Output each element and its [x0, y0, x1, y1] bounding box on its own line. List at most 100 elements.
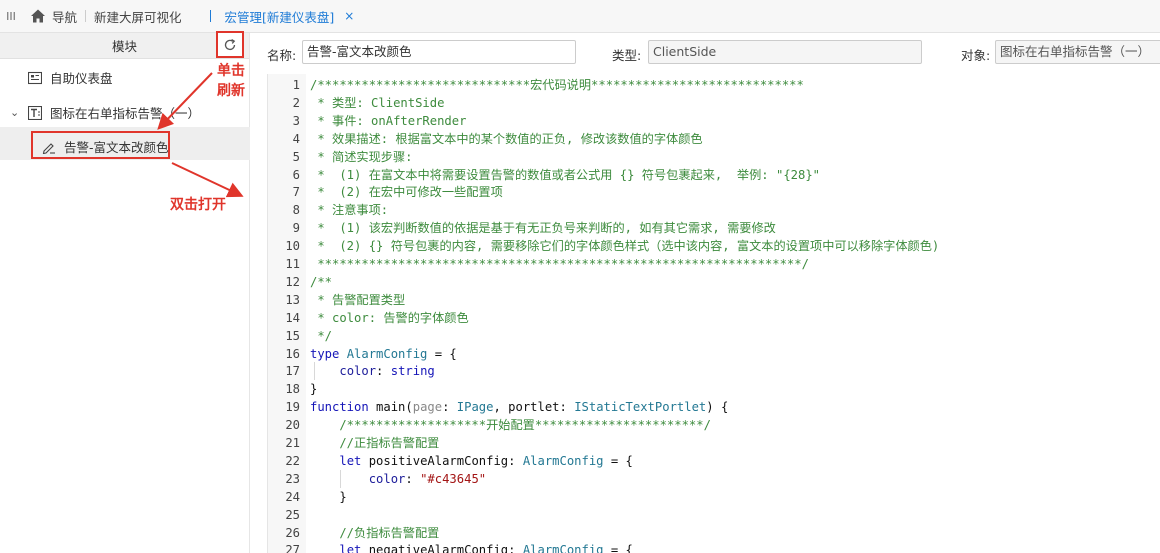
- code-line[interactable]: 11 *************************************…: [268, 255, 1160, 273]
- line-number: 10: [285, 239, 300, 254]
- code-line[interactable]: 5 * 简述实现步骤:: [268, 148, 1160, 166]
- code-token: = {: [427, 346, 457, 361]
- code-line[interactable]: 25: [268, 506, 1160, 524]
- menu-icon[interactable]: [6, 11, 24, 21]
- code-line[interactable]: 20 /*******************开始配置*************…: [268, 416, 1160, 434]
- code-text: * 告警配置类型: [310, 291, 405, 309]
- code-token: let: [339, 453, 369, 468]
- module-sidebar: 模块 自助仪表盘 ⌄ 图标在右单指标告警（一） 告警-富文本改颜色 单击刷新 双…: [0, 31, 250, 553]
- code-token: }: [310, 382, 318, 397]
- code-line[interactable]: 27 let negativeAlarmConfig: AlarmConfig …: [268, 541, 1160, 553]
- code-token: AlarmConfig: [522, 543, 604, 553]
- code-text: * 注意事项:: [310, 201, 388, 219]
- code-line[interactable]: 13 * 告警配置类型: [268, 291, 1160, 309]
- code-line[interactable]: 17 color: string: [268, 362, 1160, 380]
- code-token: ) {: [706, 400, 729, 415]
- code-text: * 简述实现步骤:: [310, 148, 412, 166]
- code-line[interactable]: 24 }: [268, 488, 1160, 506]
- code-token: , portlet:: [493, 400, 575, 415]
- code-text: * color: 告警的字体颜色: [310, 309, 469, 327]
- code-token: type: [310, 346, 347, 361]
- code-line[interactable]: 14 * color: 告警的字体颜色: [268, 309, 1160, 327]
- code-text: * (1) 在富文本中将需要设置告警的数值或者公式用 {} 符号包裹起来, 举例…: [310, 166, 820, 184]
- code-line[interactable]: 18}: [268, 380, 1160, 398]
- top-tab-bar: 导航 新建大屏可视化 宏管理[新建仪表盘] ×: [0, 0, 1160, 33]
- code-line[interactable]: 22 let positiveAlarmConfig: AlarmConfig …: [268, 452, 1160, 470]
- code-line[interactable]: 21 //正指标告警配置: [268, 434, 1160, 452]
- line-number: 4: [292, 131, 300, 146]
- code-text: function main(page: IPage, portlet: ISta…: [310, 398, 728, 416]
- code-text: color: string: [310, 362, 435, 380]
- line-number: 27: [285, 543, 300, 553]
- code-line[interactable]: 26 //负指标告警配置: [268, 524, 1160, 542]
- line-number: 16: [285, 346, 300, 361]
- macro-form-row: 名称: 告警-富文本改颜色 类型: ClientSide 对象: 图标在右单指标…: [250, 33, 1160, 73]
- code-line[interactable]: 6 * (1) 在富文本中将需要设置告警的数值或者公式用 {} 符号包裹起来, …: [268, 166, 1160, 184]
- code-token: /**: [310, 274, 333, 289]
- code-text: * (1) 该宏判断数值的依据是基于有无正负号来判断的, 如有其它需求, 需要修…: [310, 219, 776, 237]
- code-token: * color: 告警的字体颜色: [310, 310, 469, 325]
- line-number: 17: [285, 364, 300, 379]
- code-line[interactable]: 9 * (1) 该宏判断数值的依据是基于有无正负号来判断的, 如有其它需求, 需…: [268, 219, 1160, 237]
- code-token: function: [310, 400, 377, 415]
- code-text: }: [310, 380, 317, 398]
- object-input[interactable]: 图标在右单指标告警（一）: [995, 40, 1160, 64]
- code-line[interactable]: 10 * (2) {} 符号包裹的内容, 需要移除它们的字体颜色样式（选中该内容…: [268, 237, 1160, 255]
- line-number: 6: [292, 167, 300, 182]
- object-label: 对象:: [961, 48, 991, 63]
- code-token: main(: [376, 400, 413, 415]
- indent-guide: [340, 469, 341, 488]
- code-token: * (1) 该宏判断数值的依据是基于有无正负号来判断的, 如有其它需求, 需要修…: [310, 221, 776, 236]
- line-number: 20: [285, 418, 300, 433]
- code-token: let: [339, 543, 369, 553]
- code-line[interactable]: 2 * 类型: ClientSide: [268, 94, 1160, 112]
- code-token: //负指标告警配置: [310, 525, 440, 540]
- code-text: * (2) 在宏中可修改一些配置项: [310, 183, 502, 201]
- code-token: */: [310, 328, 333, 343]
- code-line[interactable]: 16 type AlarmConfig = {: [268, 345, 1160, 363]
- code-token: * 类型: ClientSide: [310, 95, 445, 110]
- line-number: 13: [285, 292, 300, 307]
- code-text: ****************************************…: [310, 255, 809, 273]
- code-token: /*****************************宏代码说明*****…: [310, 78, 804, 92]
- code-token: negativeAlarmConfig:: [368, 543, 523, 553]
- line-number: 5: [292, 149, 300, 164]
- nav-link[interactable]: 导航: [52, 7, 77, 26]
- code-text: /*******************开始配置****************…: [310, 416, 711, 434]
- tab-macro-management[interactable]: 宏管理[新建仪表盘]: [225, 7, 335, 26]
- home-icon[interactable]: [30, 8, 46, 24]
- tab-dashboard-visualization[interactable]: 新建大屏可视化: [94, 7, 182, 26]
- code-line[interactable]: 19 function main(page: IPage, portlet: IS…: [268, 398, 1160, 416]
- code-token: color: [368, 471, 406, 486]
- code-token: = {: [603, 453, 633, 468]
- code-line[interactable]: 7 * (2) 在宏中可修改一些配置项: [268, 183, 1160, 201]
- code-line[interactable]: 23 color: "#c43645": [268, 470, 1160, 488]
- code-line[interactable]: 8 * 注意事项:: [268, 201, 1160, 219]
- code-line[interactable]: 1 /*****************************宏代码说明****…: [268, 76, 1160, 94]
- code-text: color: "#c43645": [310, 470, 486, 488]
- code-text: * 效果描述: 根据富文本中的某个数值的正负, 修改该数值的字体颜色: [310, 130, 702, 148]
- name-input[interactable]: 告警-富文本改颜色: [302, 40, 576, 64]
- code-token: ****************************************…: [310, 257, 809, 271]
- code-token: "#c43645": [420, 471, 487, 486]
- type-input[interactable]: ClientSide: [648, 40, 922, 64]
- code-token: :: [376, 364, 391, 379]
- code-token: string: [390, 364, 435, 379]
- line-number: 7: [292, 185, 300, 200]
- line-number: 18: [285, 382, 300, 397]
- line-number: 9: [292, 221, 300, 236]
- code-token: AlarmConfig: [522, 453, 604, 468]
- code-line[interactable]: 15 */: [268, 327, 1160, 345]
- code-text: //负指标告警配置: [310, 524, 439, 542]
- code-line[interactable]: 4 * 效果描述: 根据富文本中的某个数值的正负, 修改该数值的字体颜色: [268, 130, 1160, 148]
- line-number: 14: [285, 310, 300, 325]
- code-text: let positiveAlarmConfig: AlarmConfig = {: [310, 452, 633, 470]
- code-editor[interactable]: 1 /*****************************宏代码说明****…: [267, 74, 1160, 553]
- code-token: * 简述实现步骤:: [310, 149, 413, 164]
- close-tab-icon[interactable]: ×: [344, 9, 354, 23]
- code-text: //正指标告警配置: [310, 434, 439, 452]
- code-line[interactable]: 3 * 事件: onAfterRender: [268, 112, 1160, 130]
- code-line[interactable]: 12 /**: [268, 273, 1160, 291]
- code-text: type AlarmConfig = {: [310, 345, 457, 363]
